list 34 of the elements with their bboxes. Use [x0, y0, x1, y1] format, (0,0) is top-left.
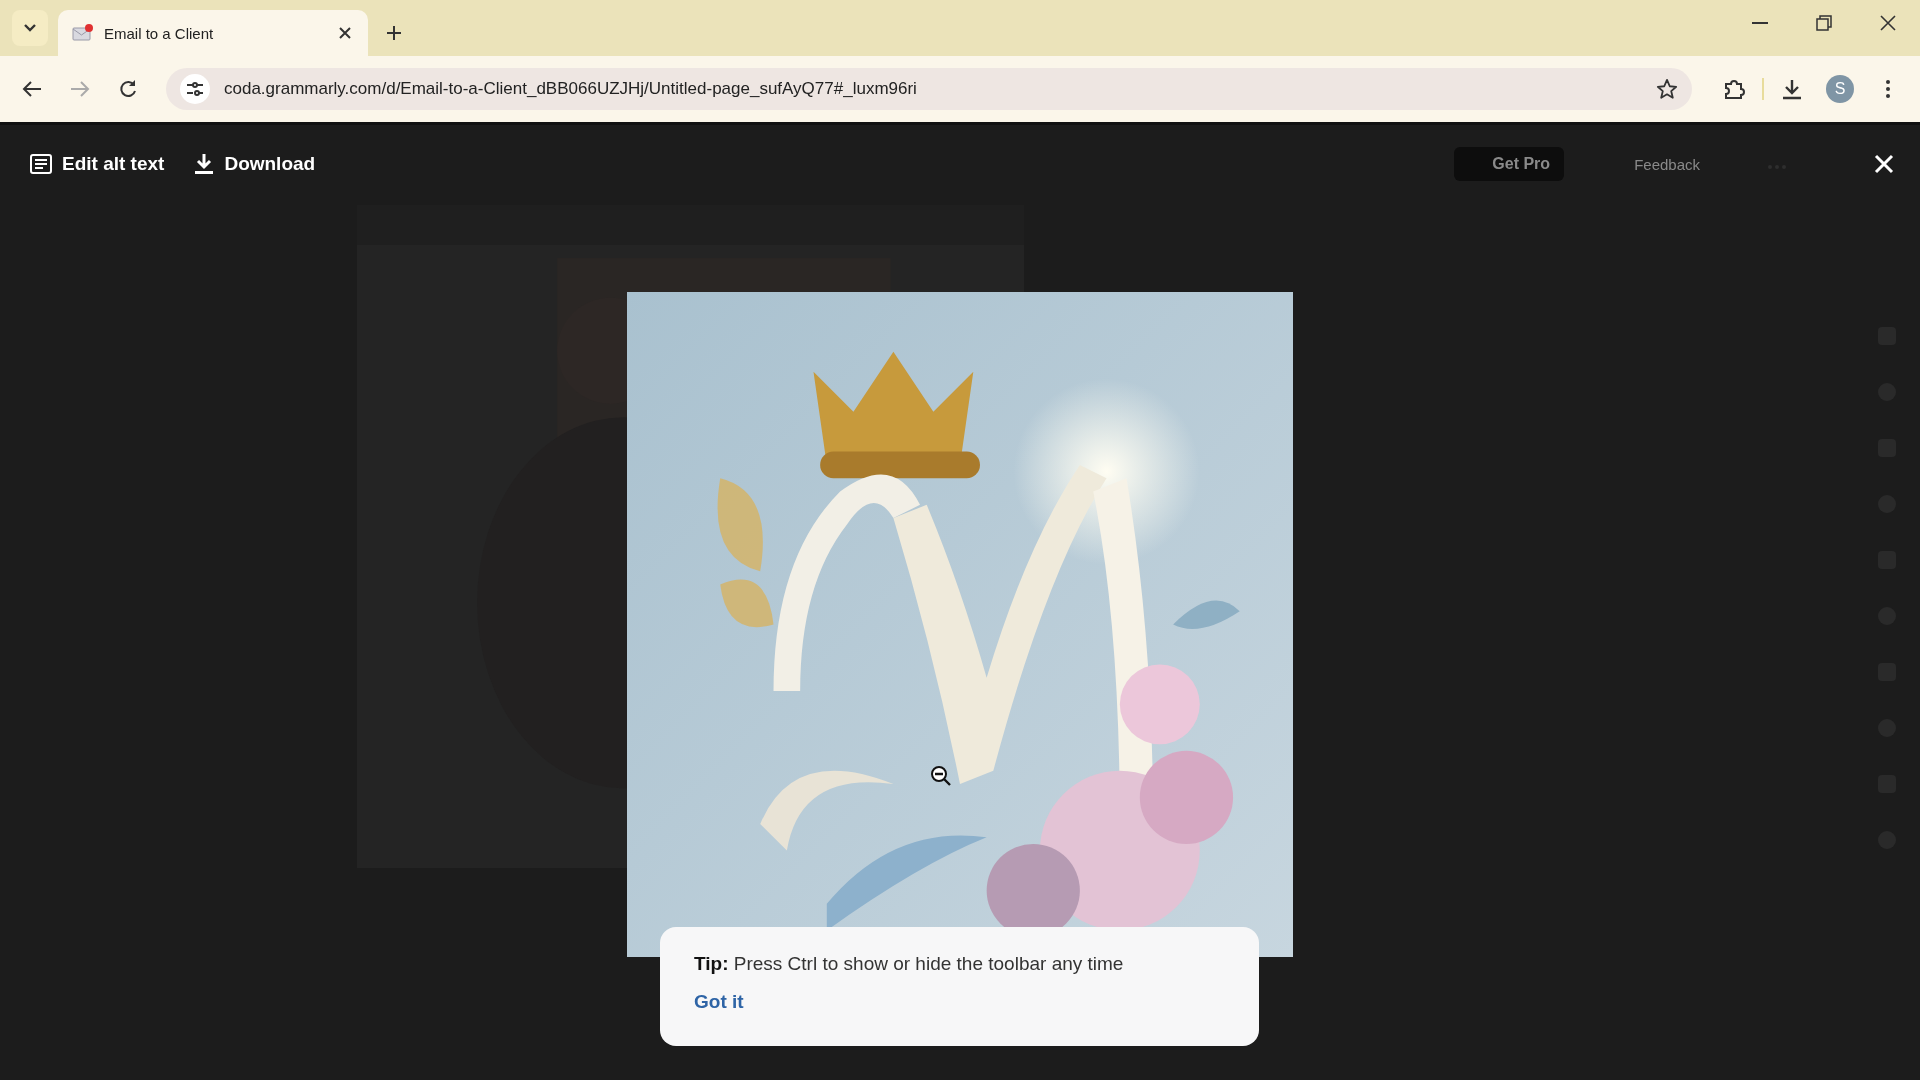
got-it-link[interactable]: Got it: [694, 991, 744, 1012]
close-icon: [1880, 15, 1896, 31]
close-viewer-button[interactable]: [1874, 154, 1894, 174]
tip-text: Tip: Press Ctrl to show or hide the toolbar any time: [694, 953, 1125, 975]
profile-avatar: S: [1826, 75, 1854, 103]
reload-icon: [118, 79, 138, 99]
url-text: coda.grammarly.com/d/Email-to-a-Client_dBB066UZJHj/Untitled-page_sufAyQ77#_luxm96ri: [224, 79, 918, 99]
address-bar[interactable]: coda.grammarly.com/d/Email-to-a-Client_dBB066UZJHj/Untitled-page_sufAyQ77#_luxm96ri: [166, 68, 1692, 110]
envelope-icon: [72, 24, 94, 42]
download-icon: [1781, 78, 1803, 100]
puzzle-icon: [1723, 78, 1745, 100]
browser-tab[interactable]: Email to a Client: [58, 10, 368, 56]
star-icon: [1656, 78, 1678, 100]
restore-icon: [1816, 15, 1832, 31]
close-icon: [338, 26, 352, 40]
bookmark-button[interactable]: [1656, 78, 1678, 100]
tab-search-button[interactable]: [12, 10, 48, 46]
close-icon: [1874, 154, 1894, 174]
minimize-icon: [1752, 22, 1768, 24]
chevron-down-icon: [23, 23, 37, 33]
plus-icon: [386, 25, 402, 41]
text-lines-icon: [30, 154, 52, 174]
site-info-button[interactable]: [180, 74, 210, 104]
more-vertical-icon: [1885, 79, 1891, 99]
download-icon: [194, 153, 215, 175]
forward-arrow-icon: [70, 80, 90, 98]
sliders-icon: [186, 81, 204, 97]
back-arrow-icon: [22, 80, 42, 98]
toolbar-button[interactable]: Edit alt text: [30, 153, 165, 175]
feedback-link[interactable]: Feedback: [1634, 155, 1700, 173]
get-pro-button[interactable]: Get Pro: [1454, 147, 1565, 181]
toolbar-button[interactable]: Download: [194, 153, 316, 175]
tab-title: Email to a Client: [104, 24, 215, 42]
zoom-out-cursor-icon: [930, 765, 952, 787]
